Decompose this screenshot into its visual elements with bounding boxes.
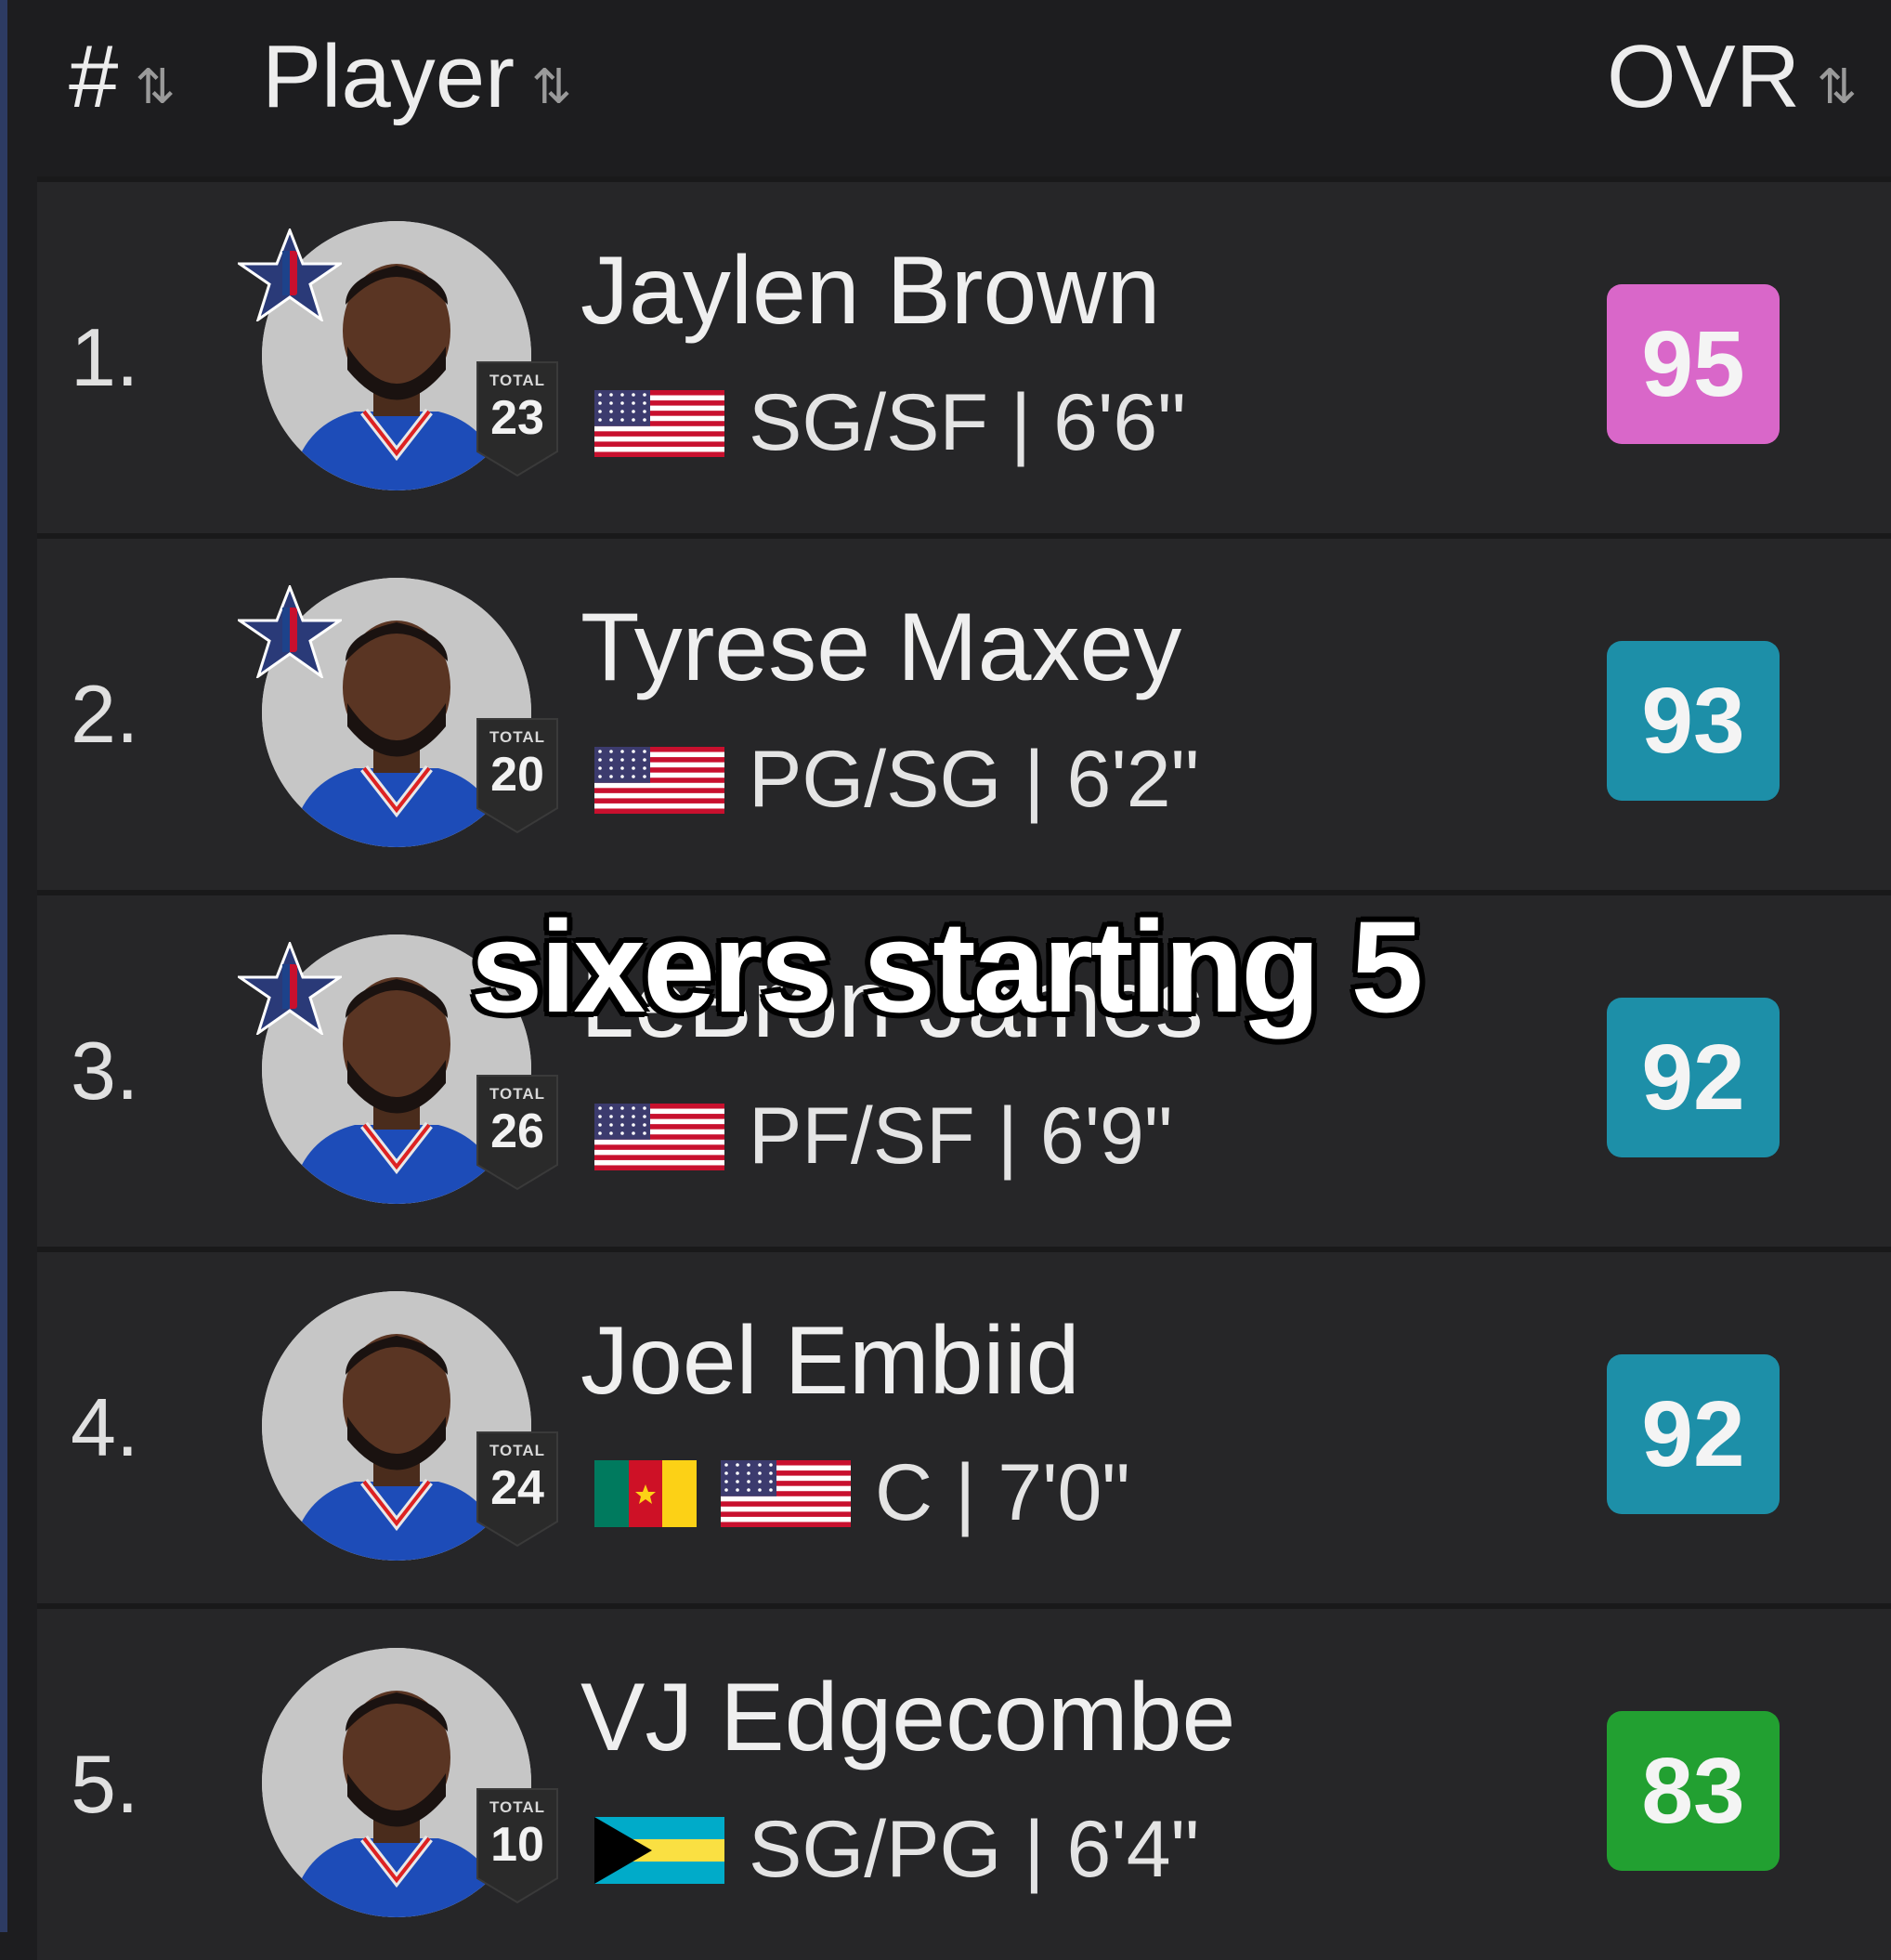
usa-flag-icon	[594, 746, 749, 814]
rank-number: 2.	[71, 668, 139, 760]
total-value: 10	[490, 1818, 544, 1872]
player-meta: PF/SF | 6'9"	[594, 1091, 1172, 1183]
usa-flag-icon	[594, 389, 749, 457]
player-row[interactable]: 4. TOTAL 24 Joel Embiid C | 7'0" 92	[37, 1247, 1891, 1603]
total-value: 26	[490, 1104, 544, 1158]
sort-icon[interactable]: ⇅	[135, 59, 176, 115]
total-badge: TOTAL 26	[474, 1072, 561, 1193]
table-header: # ⇅ Player ⇅ OVR ⇅	[37, 0, 1891, 176]
ovr-header-label: OVR	[1607, 27, 1801, 126]
player-name[interactable]: Joel Embiid	[580, 1306, 1080, 1417]
player-meta: C | 7'0"	[594, 1447, 1130, 1539]
position-height: SG/PG | 6'4"	[749, 1805, 1200, 1894]
cameroon-flag-icon	[594, 1459, 721, 1527]
sort-icon[interactable]: ⇅	[1817, 59, 1858, 115]
ovr-column-header[interactable]: OVR ⇅	[1607, 26, 1858, 128]
total-label: TOTAL	[489, 728, 546, 746]
player-row[interactable]: 5. TOTAL 10 VJ Edgecombe SG/PG | 6'4" 83	[37, 1603, 1891, 1960]
total-value: 24	[490, 1461, 544, 1515]
player-name[interactable]: Tyrese Maxey	[580, 593, 1181, 703]
ovr-badge: 93	[1607, 641, 1780, 801]
player-meta: SG/PG | 6'4"	[594, 1804, 1199, 1896]
player-name[interactable]: Jaylen Brown	[580, 236, 1160, 346]
bahamas-flag-icon	[594, 1816, 749, 1884]
position-height: C | 7'0"	[875, 1448, 1130, 1537]
position-height: PF/SF | 6'9"	[749, 1091, 1173, 1181]
usa-flag-icon	[721, 1459, 875, 1527]
position-height: PG/SG | 6'2"	[749, 735, 1200, 824]
player-column-header[interactable]: Player ⇅	[262, 26, 572, 128]
rank-column-header[interactable]: # ⇅	[69, 26, 176, 128]
player-meta: PG/SG | 6'2"	[594, 734, 1199, 826]
player-meta: SG/SF | 6'6"	[594, 377, 1186, 469]
position-height: SG/SF | 6'6"	[749, 378, 1186, 467]
rank-number: 4.	[71, 1381, 139, 1473]
player-header-label: Player	[262, 27, 515, 126]
rank-header-label: #	[69, 27, 119, 126]
total-label: TOTAL	[489, 372, 546, 389]
usa-flag-icon	[594, 1103, 749, 1170]
ovr-badge: 92	[1607, 1354, 1780, 1514]
player-name[interactable]: VJ Edgecombe	[580, 1663, 1235, 1773]
total-value: 23	[490, 391, 544, 445]
sort-icon[interactable]: ⇅	[531, 59, 572, 115]
rank-number: 5.	[71, 1738, 139, 1830]
total-badge: TOTAL 23	[474, 359, 561, 479]
rank-number: 1.	[71, 311, 139, 403]
total-label: TOTAL	[489, 1085, 546, 1103]
player-row[interactable]: 2. TOTAL 20 Tyrese Maxey PG/SG | 6'2" 93	[37, 533, 1891, 890]
ovr-badge: 83	[1607, 1711, 1780, 1871]
total-label: TOTAL	[489, 1442, 546, 1459]
total-label: TOTAL	[489, 1798, 546, 1816]
total-badge: TOTAL 24	[474, 1429, 561, 1549]
allstar-star-icon	[235, 226, 345, 323]
total-badge: TOTAL 10	[474, 1785, 561, 1906]
overlay-caption: sixers starting 5	[470, 894, 1424, 1039]
ovr-badge: 95	[1607, 284, 1780, 444]
total-badge: TOTAL 20	[474, 715, 561, 836]
allstar-star-icon	[235, 582, 345, 680]
player-row[interactable]: 1. TOTAL 23 Jaylen Brown SG/SF | 6'6" 95	[37, 176, 1891, 533]
player-list: 1. TOTAL 23 Jaylen Brown SG/SF | 6'6" 95 2. TOT…	[37, 176, 1891, 1960]
total-value: 20	[490, 748, 544, 802]
